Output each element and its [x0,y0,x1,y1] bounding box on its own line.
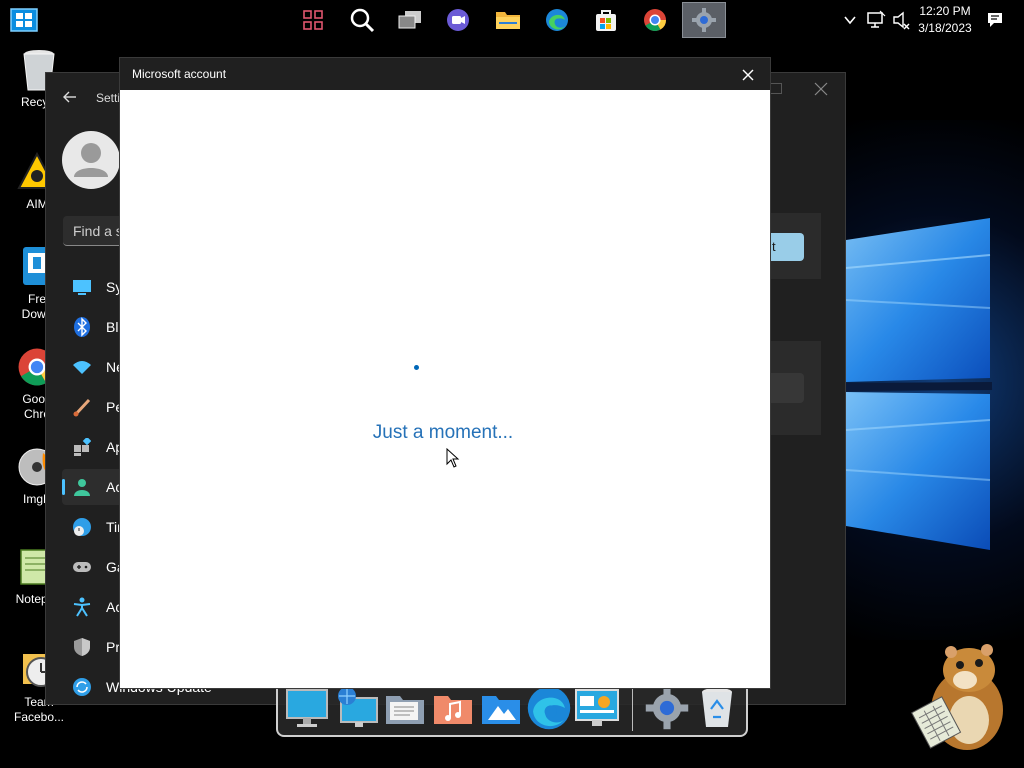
bluetooth-icon [72,317,92,337]
dock-separator [632,687,633,731]
wifi-icon [72,357,92,377]
back-arrow-icon[interactable] [62,89,78,110]
mouse-cursor-icon [446,447,460,473]
chevron-up-icon[interactable] [843,12,857,30]
system-clock[interactable]: 12:20 PM 3/18/2023 [912,3,978,37]
accounts-icon [72,477,92,497]
teams-chat-icon[interactable] [436,2,480,38]
documents-icon[interactable] [382,686,428,730]
desktop-icon-label: Facebo... [13,710,65,724]
user-icon [74,143,108,177]
clock-time: 12:20 PM [919,4,971,18]
dialog-titlebar: Microsoft account [120,58,770,90]
settings-title: Setti [96,91,121,105]
windows-update-icon [72,677,92,697]
monitor-icon[interactable] [284,686,330,730]
taskbar: 12:20 PM 3/18/2023 [0,0,1024,40]
chrome-icon[interactable] [633,2,677,38]
music-icon[interactable] [430,686,476,730]
close-icon[interactable] [740,67,756,83]
recycle-bin-dock-icon[interactable] [694,686,740,730]
settings-close-button[interactable] [814,82,828,101]
pictures-icon[interactable] [478,686,524,730]
widgets-icon[interactable] [291,2,335,38]
shield-icon [72,637,92,657]
hamster-mascot-icon [905,640,1015,755]
system-icon [72,277,92,297]
loading-text: Just a moment... [372,422,514,443]
accessibility-icon [72,597,92,617]
start-button[interactable] [10,8,38,32]
volume-muted-icon[interactable] [892,10,910,35]
edge-icon[interactable] [535,2,579,38]
microsoft-account-dialog: Microsoft account Just a moment... [119,57,771,689]
clock-date: 3/18/2023 [918,21,972,35]
notification-icon[interactable] [986,11,1004,34]
store-icon[interactable] [584,2,628,38]
search-icon[interactable] [340,2,384,38]
settings-card-control[interactable] [770,373,804,403]
settings-action-button[interactable]: t [770,233,804,261]
brush-icon [72,397,92,417]
windows-logo-icon [10,8,38,32]
task-view-icon[interactable] [388,2,432,38]
settings-card [770,341,821,435]
network-computer-icon[interactable] [334,686,380,730]
settings-icon[interactable] [682,2,726,38]
settings-dock-icon[interactable] [644,686,690,730]
avatar[interactable] [62,131,120,189]
apps-icon [72,437,92,457]
network-icon[interactable] [866,10,886,35]
file-explorer-icon[interactable] [486,2,530,38]
loading-message: Just a moment... [120,422,770,444]
dialog-title: Microsoft account [132,67,227,81]
globe-clock-icon [72,517,92,537]
gamepad-icon [72,557,92,577]
edge-dock-icon[interactable] [526,686,572,730]
dock [276,683,748,737]
control-panel-icon[interactable] [574,686,620,730]
loading-spinner-icon [414,365,419,370]
